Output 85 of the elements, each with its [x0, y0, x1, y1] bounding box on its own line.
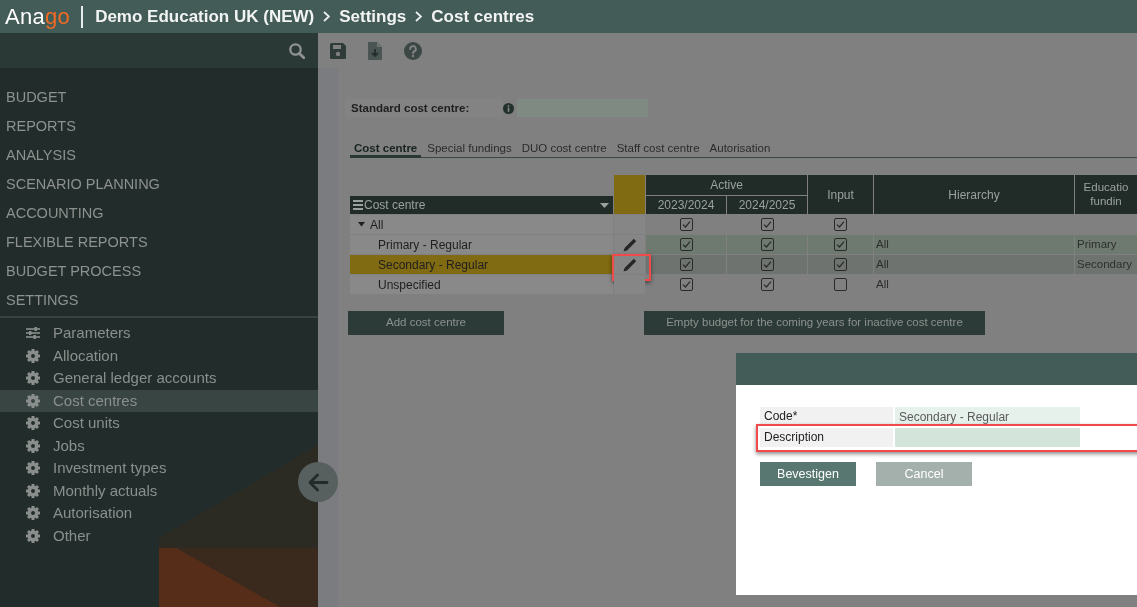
menu-item[interactable]: SETTINGS — [0, 286, 318, 315]
gear-icon — [26, 416, 40, 431]
table-cell: Secondary — [1075, 255, 1137, 274]
submenu-item[interactable]: Allocation — [0, 344, 127, 367]
chevron-icon — [323, 11, 331, 22]
checkbox[interactable] — [760, 218, 774, 231]
menu-item[interactable]: FLEXIBLE REPORTS — [0, 228, 318, 257]
download-file-icon[interactable] — [368, 41, 382, 60]
menu-item[interactable]: BUDGET PROCESS — [0, 257, 318, 286]
table-cell-text: All — [875, 276, 890, 292]
breadcrumb-item[interactable]: Demo Education UK (NEW) — [95, 3, 315, 30]
menu-item[interactable]: ACCOUNTING — [0, 199, 318, 228]
submenu-item[interactable]: General ledger accounts — [0, 367, 225, 390]
tab[interactable]: DUO cost centre — [517, 140, 611, 158]
pencil-icon[interactable] — [622, 237, 637, 252]
column-header: Educatio fundin — [1075, 175, 1137, 214]
left-arrow-icon — [307, 472, 329, 492]
submenu-item[interactable]: Jobs — [0, 434, 93, 457]
info-icon[interactable] — [503, 102, 514, 114]
submenu-item[interactable]: Cost centres — [0, 389, 318, 412]
column-header: Input — [808, 175, 873, 214]
menu-item[interactable]: REPORTS — [0, 112, 318, 141]
breadcrumb-item: Cost centres — [431, 5, 535, 28]
tree-row-label[interactable]: Secondary - Regular — [350, 255, 613, 274]
checkbox[interactable] — [679, 238, 693, 251]
checkbox[interactable] — [760, 258, 774, 271]
tree-row-label[interactable]: Primary - Regular — [350, 235, 613, 254]
checkbox[interactable] — [760, 278, 774, 291]
tab[interactable]: Autorisation — [705, 140, 775, 158]
table-cell: Primary — [1075, 235, 1137, 254]
edit-column-header — [614, 175, 645, 214]
save-icon[interactable] — [330, 42, 346, 59]
search-icon[interactable] — [289, 42, 305, 59]
add-button[interactable]: Add cost centre — [348, 311, 504, 335]
column-header: 2024/2025 — [727, 196, 807, 214]
checkbox[interactable] — [760, 238, 774, 251]
gear-icon — [26, 483, 40, 498]
submenu-item[interactable]: Autorisation — [0, 502, 141, 525]
gear-icon — [26, 348, 40, 363]
menu-icon[interactable] — [353, 200, 363, 210]
gear-icon — [26, 393, 40, 408]
column-header-dropdown[interactable]: Cost centre — [350, 196, 613, 214]
submenu-item[interactable]: Investment types — [0, 457, 175, 480]
gear-icon — [26, 461, 40, 476]
caret-icon — [600, 202, 609, 208]
chevron-icon — [415, 11, 423, 22]
confirm-button[interactable]: Bevestigen — [760, 462, 856, 486]
menu-item[interactable]: SCENARIO PLANNING — [0, 170, 318, 199]
column-header: Active — [646, 175, 807, 195]
empty-budget-button[interactable]: Empty budget for the coming years for inactive cost centre — [644, 311, 985, 335]
tree-row-label[interactable]: Unspecified — [350, 275, 613, 294]
breadcrumb-item[interactable]: Settings — [339, 3, 407, 30]
tab[interactable]: Special fundings — [423, 140, 516, 158]
checkbox[interactable] — [679, 218, 693, 231]
tree-row-label[interactable]: All — [350, 215, 613, 234]
checkbox[interactable] — [679, 258, 693, 271]
column-header: 2023/2024 — [646, 196, 726, 214]
menu-item[interactable]: ANALYSIS — [0, 141, 318, 170]
submenu-item[interactable]: Cost units — [0, 412, 128, 435]
checkbox[interactable] — [834, 218, 847, 231]
logo[interactable]: Anago — [5, 5, 71, 28]
column-header: Hierarchy — [874, 175, 1074, 214]
field-label: Description — [760, 428, 893, 447]
submenu-item[interactable]: Monthly actuals — [0, 479, 166, 502]
pencil-icon[interactable] — [622, 257, 637, 272]
gear-icon — [26, 371, 40, 386]
submenu-item[interactable]: Parameters — [0, 322, 139, 345]
tab[interactable]: Staff cost centre — [612, 140, 704, 158]
checkbox[interactable] — [679, 278, 693, 291]
table-cell: All — [874, 255, 1074, 274]
checkbox[interactable] — [834, 278, 847, 291]
menu-item[interactable]: BUDGET — [0, 83, 318, 112]
sliders-icon — [26, 327, 40, 340]
checkbox[interactable] — [834, 238, 847, 251]
help-icon[interactable] — [404, 41, 422, 60]
gear-icon — [26, 506, 40, 521]
tab[interactable]: Cost centre — [350, 140, 422, 158]
input-field[interactable] — [895, 428, 1080, 447]
gear-icon — [26, 528, 40, 543]
cancel-button[interactable]: Cancel — [876, 462, 972, 486]
submenu-item[interactable]: Other — [0, 524, 99, 547]
checkbox[interactable] — [834, 258, 847, 271]
table-cell: All — [874, 235, 1074, 254]
gear-icon — [26, 438, 40, 453]
expand-caret-icon[interactable] — [358, 222, 365, 227]
